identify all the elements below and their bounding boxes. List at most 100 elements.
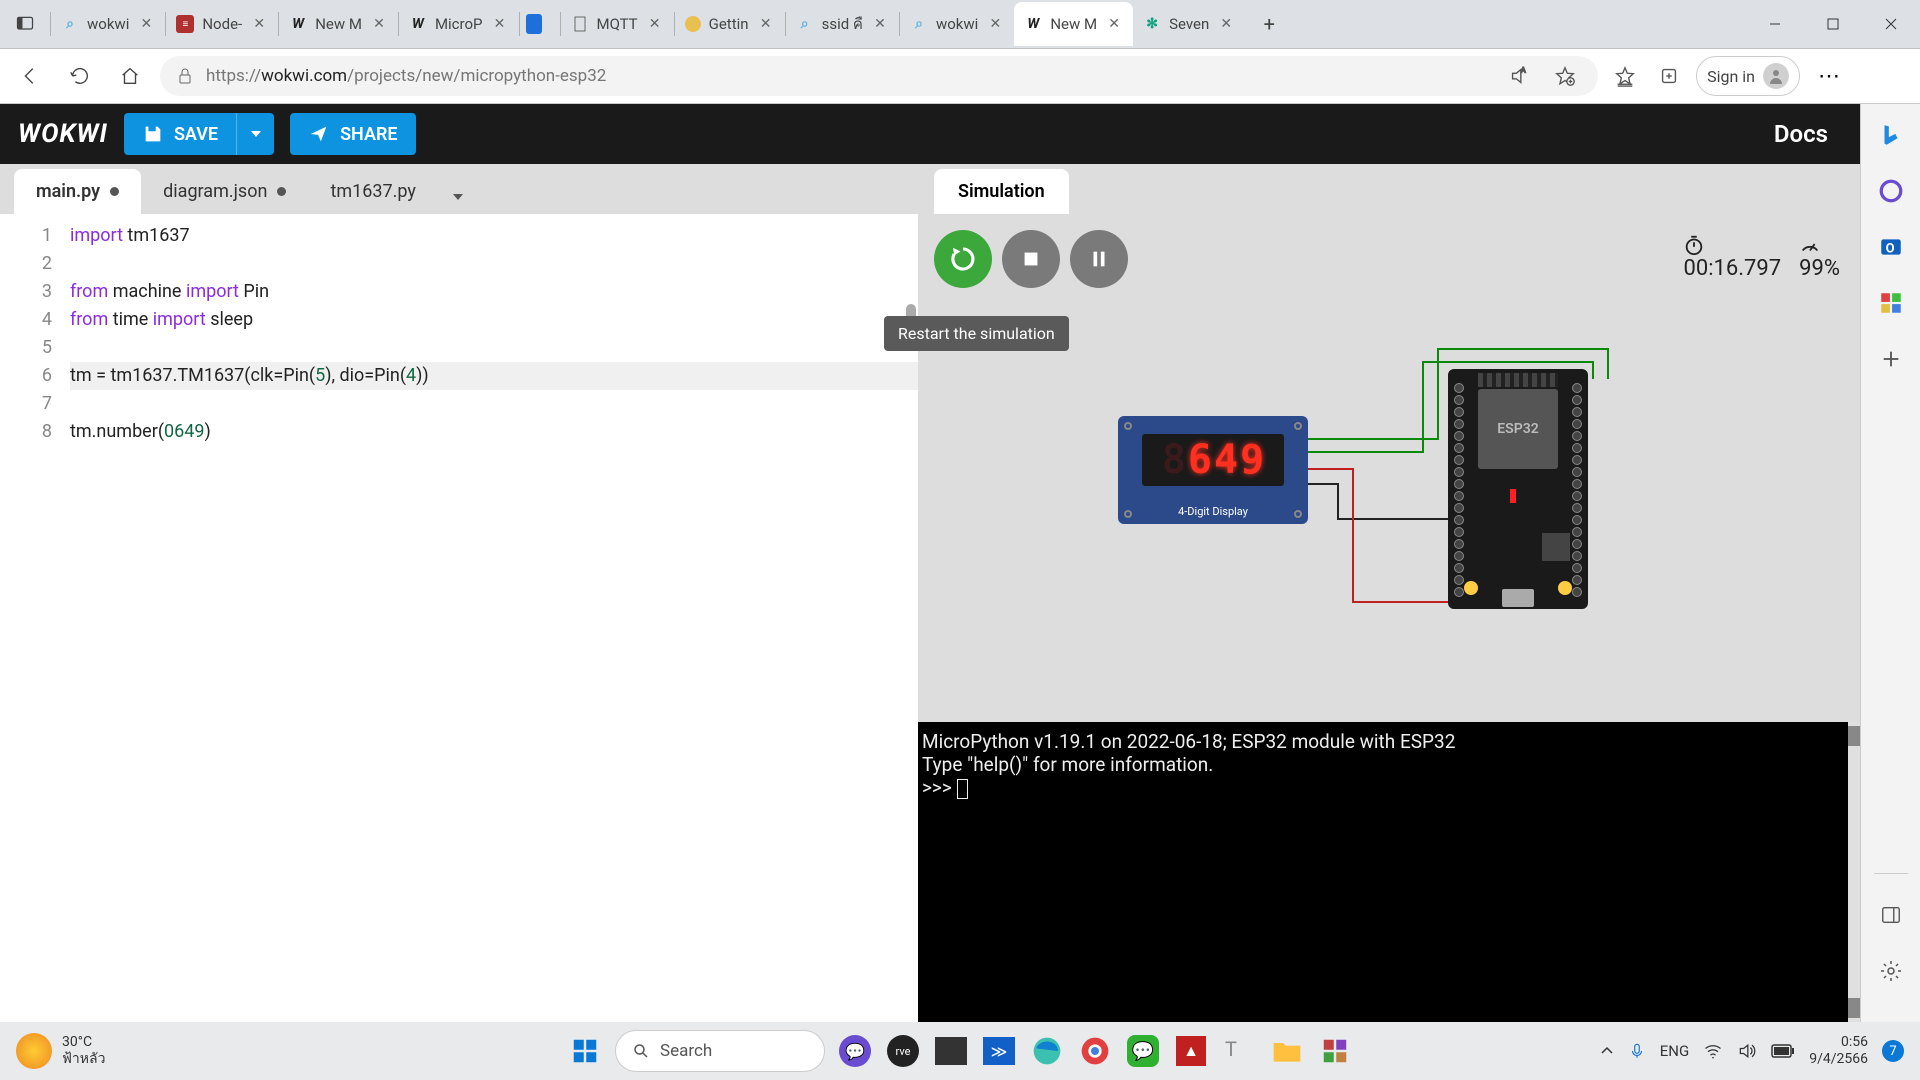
back-button[interactable] bbox=[10, 56, 50, 96]
taskbar-app-pdf[interactable]: ▲ bbox=[1173, 1033, 1209, 1069]
favorite-icon[interactable] bbox=[1548, 59, 1582, 93]
copilot-icon[interactable] bbox=[1876, 176, 1906, 206]
editor-tab-diagram[interactable]: diagram.json bbox=[141, 169, 308, 214]
editor-tab-tm1637[interactable]: tm1637.py bbox=[308, 169, 437, 214]
taskbar-app-text[interactable]: T bbox=[1221, 1033, 1257, 1069]
taskbar-app-explorer[interactable] bbox=[1269, 1033, 1305, 1069]
browser-tab-5[interactable]: MQTT ✕ bbox=[561, 2, 674, 46]
editor-tab-main[interactable]: main.py bbox=[14, 169, 141, 214]
save-label: SAVE bbox=[174, 124, 218, 145]
favorites-list-icon[interactable] bbox=[1608, 59, 1642, 93]
outlook-icon[interactable]: O bbox=[1876, 232, 1906, 262]
battery-icon[interactable] bbox=[1771, 1043, 1795, 1059]
wokwi-icon: W bbox=[289, 15, 307, 33]
power-led bbox=[1510, 489, 1516, 503]
close-icon[interactable]: ✕ bbox=[757, 15, 775, 33]
settings-icon[interactable] bbox=[1876, 956, 1906, 986]
new-tab-button[interactable]: + bbox=[1253, 8, 1285, 40]
language-indicator[interactable]: ENG bbox=[1660, 1042, 1689, 1060]
close-icon[interactable]: ✕ bbox=[250, 15, 268, 33]
start-button[interactable] bbox=[567, 1033, 603, 1069]
notification-badge[interactable]: 7 bbox=[1882, 1040, 1904, 1062]
taskbar-search[interactable]: Search bbox=[615, 1030, 825, 1072]
scrollbar-thumb[interactable] bbox=[1848, 726, 1860, 746]
tray-chevron-icon[interactable] bbox=[1600, 1044, 1614, 1058]
close-icon[interactable]: ✕ bbox=[986, 15, 1004, 33]
mount-hole bbox=[1294, 422, 1302, 430]
browser-tab-7[interactable]: ⌕ ssid คื ✕ bbox=[786, 2, 899, 46]
sign-in-button[interactable]: Sign in bbox=[1696, 56, 1800, 96]
browser-tab-10[interactable]: ✻ Seven ✕ bbox=[1133, 2, 1245, 46]
close-icon[interactable]: ✕ bbox=[370, 15, 388, 33]
taskbar-app-terminal[interactable] bbox=[933, 1033, 969, 1069]
taskbar-app-chrome[interactable] bbox=[1077, 1033, 1113, 1069]
close-icon[interactable]: ✕ bbox=[1105, 15, 1123, 33]
browser-tab-4[interactable] bbox=[520, 2, 560, 46]
blue-icon bbox=[526, 14, 542, 34]
wokwi-logo[interactable]: WOKWI bbox=[18, 119, 108, 149]
close-window-button[interactable] bbox=[1862, 0, 1920, 49]
save-dropdown-button[interactable] bbox=[236, 113, 274, 155]
share-button[interactable]: SHARE bbox=[290, 113, 416, 155]
digit-0: 8 bbox=[1162, 437, 1186, 483]
close-icon[interactable]: ✕ bbox=[871, 15, 889, 33]
stop-button[interactable] bbox=[1002, 230, 1060, 288]
scrollbar-thumb[interactable] bbox=[1848, 998, 1860, 1018]
share-label: SHARE bbox=[340, 124, 398, 145]
browser-tab-9[interactable]: W New M ✕ bbox=[1014, 2, 1133, 46]
games-icon[interactable] bbox=[1876, 288, 1906, 318]
browser-tab-0[interactable]: ⌕ wokwi ✕ bbox=[51, 2, 165, 46]
more-tabs-button[interactable] bbox=[438, 180, 478, 214]
simulation-tab[interactable]: Simulation bbox=[934, 169, 1069, 214]
sidebar-toggle-icon[interactable] bbox=[1876, 900, 1906, 930]
esp32-board[interactable]: ESP32 bbox=[1448, 369, 1588, 609]
browser-tab-6[interactable]: Gettin ✕ bbox=[675, 2, 785, 46]
console-scrollbar[interactable] bbox=[1848, 722, 1860, 1022]
taskbar-app-chat[interactable]: 💬 bbox=[837, 1033, 873, 1069]
display-screen: 8 6 4 9 bbox=[1142, 434, 1284, 486]
taskbar-app-powershell[interactable]: ≫ bbox=[981, 1033, 1017, 1069]
read-aloud-icon[interactable]: A bbox=[1502, 59, 1536, 93]
taskbar-app-blocks[interactable] bbox=[1317, 1033, 1353, 1069]
maximize-button[interactable] bbox=[1804, 0, 1862, 49]
more-menu-button[interactable]: ⋯ bbox=[1810, 56, 1850, 96]
close-icon[interactable]: ✕ bbox=[646, 15, 664, 33]
wifi-icon[interactable] bbox=[1703, 1041, 1723, 1061]
code-editor[interactable]: 12345678 import tm1637from machine impor… bbox=[0, 214, 918, 1022]
save-button[interactable]: SAVE bbox=[124, 113, 236, 155]
bing-icon[interactable] bbox=[1876, 120, 1906, 150]
docs-link[interactable]: Docs bbox=[1774, 120, 1828, 148]
address-bar[interactable]: https://wokwi.com/projects/new/micropyth… bbox=[160, 56, 1598, 96]
minimize-button[interactable] bbox=[1746, 0, 1804, 49]
browser-tab-1[interactable]: ≡ Node- ✕ bbox=[166, 2, 278, 46]
taskbar-app-edge[interactable] bbox=[1029, 1033, 1065, 1069]
clock[interactable]: 0:56 9/4/2566 bbox=[1809, 1034, 1868, 1068]
browser-tab-2[interactable]: W New M ✕ bbox=[279, 2, 398, 46]
restart-button[interactable]: Restart the simulation bbox=[934, 230, 992, 288]
seven-segment-display[interactable]: 8 6 4 9 4-Digit Display bbox=[1118, 416, 1308, 524]
taskbar-app-dark[interactable]: rve bbox=[885, 1033, 921, 1069]
simulation-canvas[interactable]: Restart the simulation 00:16.797 99% bbox=[918, 214, 1860, 722]
gauge-icon bbox=[1799, 234, 1821, 256]
pause-button[interactable] bbox=[1070, 230, 1128, 288]
browser-tab-8[interactable]: ⌕ wokwi ✕ bbox=[900, 2, 1014, 46]
close-icon[interactable]: ✕ bbox=[491, 15, 509, 33]
serial-console[interactable]: MicroPython v1.19.1 on 2022-06-18; ESP32… bbox=[918, 722, 1860, 1022]
taskbar-app-line[interactable]: 💬 bbox=[1125, 1033, 1161, 1069]
volume-icon[interactable] bbox=[1737, 1041, 1757, 1061]
microphone-icon[interactable] bbox=[1628, 1042, 1646, 1060]
home-button[interactable] bbox=[110, 56, 150, 96]
collections-icon[interactable] bbox=[1652, 59, 1686, 93]
refresh-button[interactable] bbox=[60, 56, 100, 96]
tab-actions-icon[interactable] bbox=[8, 7, 42, 41]
unsaved-indicator bbox=[277, 187, 286, 196]
tab-title: Seven bbox=[1169, 15, 1209, 33]
close-icon[interactable]: ✕ bbox=[137, 15, 155, 33]
weather-widget[interactable]: 30°C ฟ้าหลัว bbox=[16, 1033, 105, 1069]
search-icon bbox=[632, 1042, 650, 1060]
doc-icon bbox=[571, 15, 589, 33]
add-tool-button[interactable] bbox=[1876, 344, 1906, 374]
code-content[interactable]: import tm1637from machine import Pinfrom… bbox=[70, 214, 918, 1022]
browser-tab-3[interactable]: W MicroP ✕ bbox=[399, 2, 519, 46]
close-icon[interactable]: ✕ bbox=[1217, 15, 1235, 33]
